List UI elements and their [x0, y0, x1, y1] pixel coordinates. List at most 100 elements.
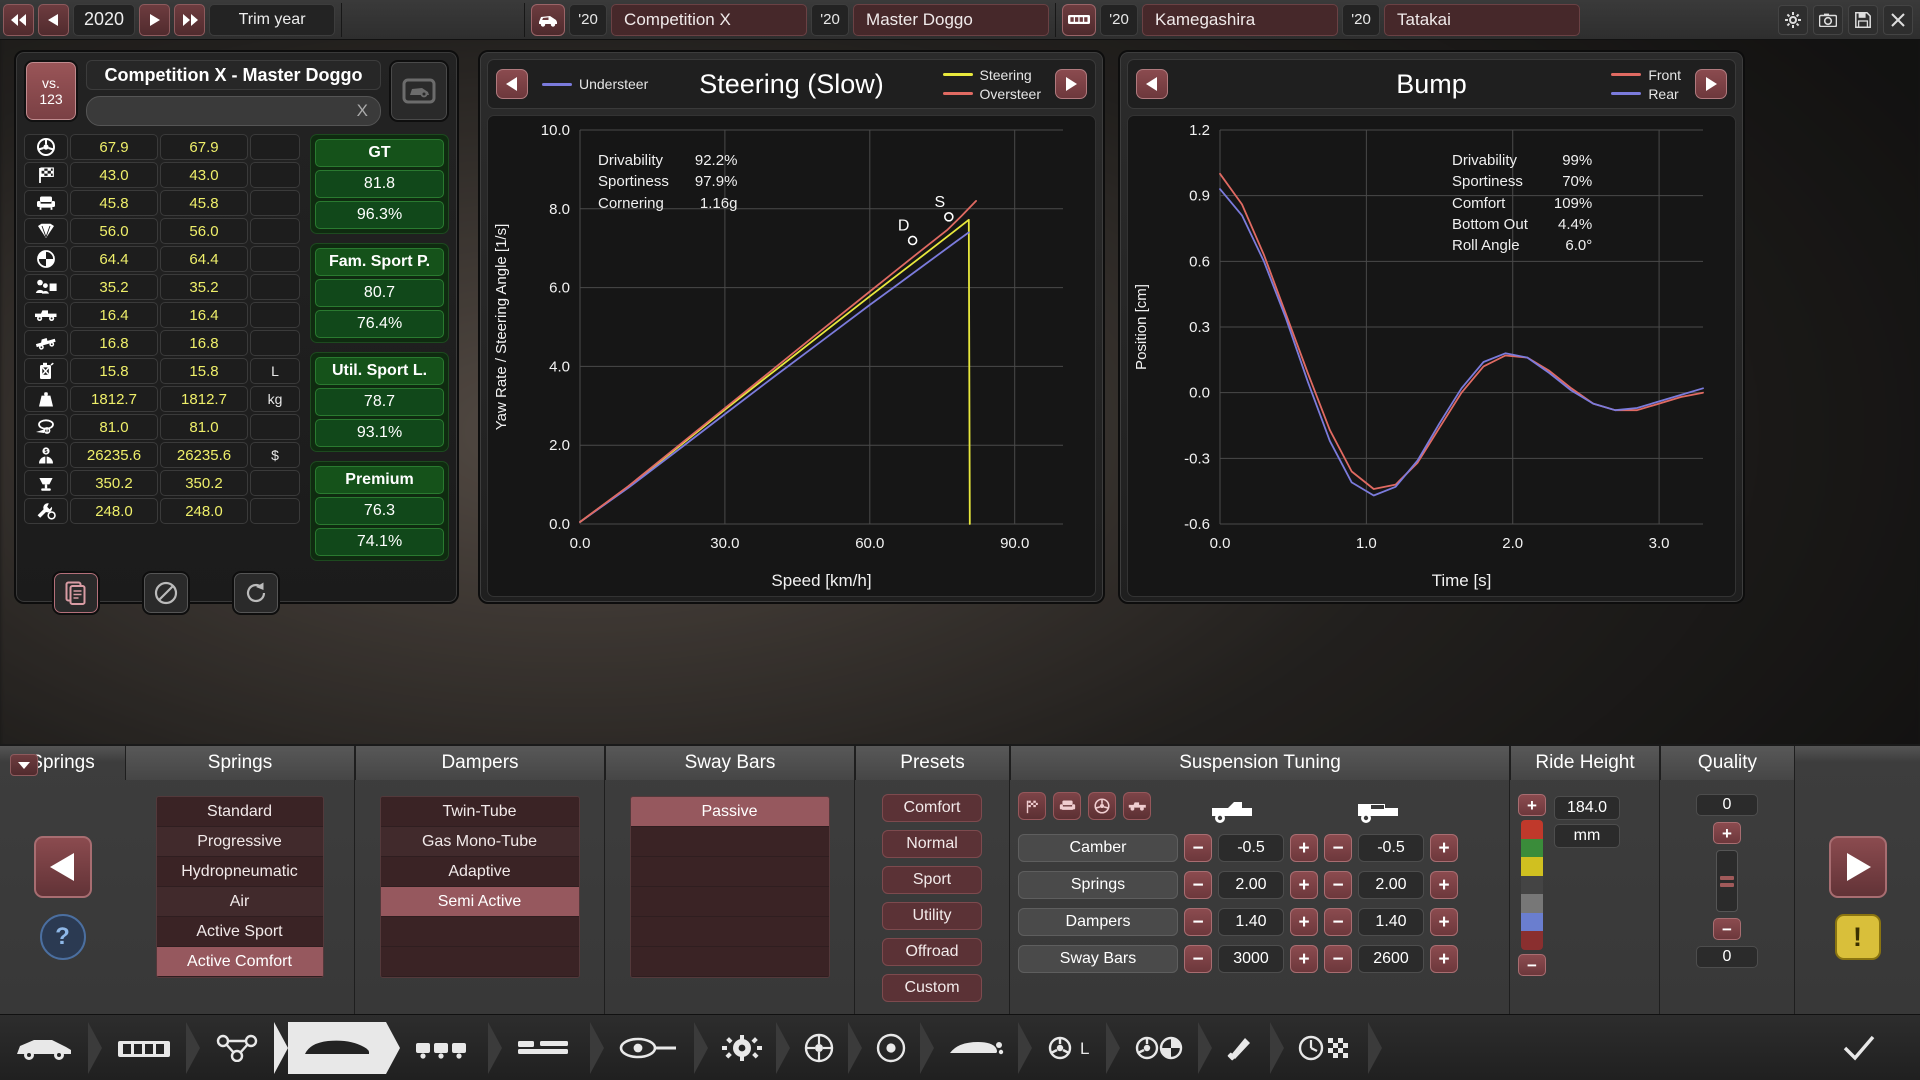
springs-option-progressive[interactable]: Progressive	[156, 827, 323, 857]
springs-option-hydropneumatic[interactable]: Hydropneumatic	[156, 857, 323, 887]
gear-icon[interactable]	[1778, 4, 1808, 35]
vs-button[interactable]: vs. 123	[24, 60, 78, 122]
entry-name-1[interactable]: Competition X	[611, 3, 808, 36]
ride-height-plus-button[interactable]: +	[1518, 794, 1546, 816]
table-row[interactable]: 1812.7 1812.7 kg	[24, 386, 302, 412]
table-row[interactable]: 35.2 35.2	[24, 274, 302, 300]
springs-option-active-comfort[interactable]: Active Comfort	[156, 947, 323, 977]
dampers-front-minus-button[interactable]: −	[1184, 908, 1212, 936]
dampers-option-twin-tube[interactable]: Twin-Tube	[380, 797, 579, 827]
trim-year-button[interactable]: Trim year	[209, 3, 336, 36]
nav-item-car-body[interactable]	[0, 1022, 88, 1074]
dampers-option-adaptive[interactable]: Adaptive	[380, 857, 579, 887]
big-prev-arrow-icon[interactable]	[33, 836, 92, 898]
nav-item-drivetrain[interactable]	[604, 1022, 694, 1074]
preset-normal[interactable]: Normal	[882, 830, 982, 858]
car-photo-icon[interactable]	[389, 60, 449, 122]
springs-option-standard[interactable]: Standard	[156, 797, 323, 827]
preset-sport[interactable]: Sport	[882, 866, 982, 894]
table-row[interactable]: 16.4 16.4	[24, 302, 302, 328]
prev-arrow-icon[interactable]	[496, 69, 528, 99]
nav-item-confirm[interactable]	[1828, 1022, 1920, 1074]
score-group-util-sport[interactable]: Util. Sport L. 78.7 93.1%	[310, 352, 449, 452]
quality-slider[interactable]	[1716, 850, 1738, 912]
close-icon[interactable]	[1883, 4, 1913, 35]
nav-item-suspension[interactable]	[400, 1022, 488, 1074]
block-icon[interactable]	[142, 571, 190, 615]
table-row[interactable]: 350.2 350.2	[24, 470, 302, 496]
camber-front-plus-button[interactable]: +	[1290, 834, 1318, 862]
quality-minus-button[interactable]: −	[1713, 918, 1741, 940]
entry-name-2[interactable]: Master Doggo	[853, 3, 1050, 36]
steering-wheel-icon[interactable]	[1088, 792, 1116, 820]
springs-rear-plus-button[interactable]: +	[1430, 871, 1458, 899]
preset-custom[interactable]: Custom	[882, 974, 982, 1002]
pickup-icon[interactable]	[1123, 792, 1151, 820]
nav-item-results[interactable]	[1284, 1022, 1368, 1074]
sway-bars-option-passive[interactable]: Passive	[630, 797, 829, 827]
quality-plus-button[interactable]: +	[1713, 822, 1741, 844]
table-row[interactable]: 43.0 43.0	[24, 162, 302, 188]
warning-button[interactable]: !	[1834, 914, 1881, 960]
nav-item-tuning[interactable]	[1212, 1022, 1270, 1074]
car-icon[interactable]	[531, 3, 566, 36]
dampers-rear-minus-button[interactable]: −	[1324, 908, 1352, 936]
checkered-flag-icon[interactable]	[1018, 792, 1046, 820]
ride-height-minus-button[interactable]: −	[1518, 954, 1546, 976]
sway-rear-minus-button[interactable]: −	[1324, 945, 1352, 973]
table-row[interactable]: 45.8 45.8	[24, 190, 302, 216]
first-year-button[interactable]	[3, 3, 34, 36]
help-button[interactable]: ?	[39, 914, 86, 960]
nav-item-gearbox[interactable]	[708, 1022, 776, 1074]
table-row[interactable]: 56.0 56.0	[24, 218, 302, 244]
sway-rear-plus-button[interactable]: +	[1430, 945, 1458, 973]
score-group-premium[interactable]: Premium 76.3 74.1%	[310, 461, 449, 561]
search-input[interactable]: X	[86, 96, 381, 126]
next-year-button[interactable]	[139, 3, 171, 36]
big-next-arrow-icon[interactable]	[1828, 836, 1887, 898]
table-row[interactable]: 248.0 248.0	[24, 498, 302, 524]
table-row[interactable]: 67.9 67.9	[24, 134, 302, 160]
clear-search-icon[interactable]: X	[357, 101, 368, 121]
springs-option-active-sport[interactable]: Active Sport	[156, 917, 323, 947]
next-arrow-icon[interactable]	[1055, 69, 1087, 99]
preset-offroad[interactable]: Offroad	[882, 938, 982, 966]
nav-item-aero[interactable]	[934, 1022, 1018, 1074]
save-icon[interactable]	[1848, 4, 1878, 35]
last-year-button[interactable]	[174, 3, 206, 36]
sway-front-plus-button[interactable]: +	[1290, 945, 1318, 973]
preset-utility[interactable]: Utility	[882, 902, 982, 930]
table-row[interactable]: 16.8 16.8	[24, 330, 302, 356]
table-row[interactable]: $ 26235.6 26235.6 $	[24, 442, 302, 468]
preset-comfort[interactable]: Comfort	[882, 794, 982, 822]
dampers-rear-plus-button[interactable]: +	[1430, 908, 1458, 936]
nav-item-engine-block[interactable]	[102, 1022, 186, 1074]
springs-front-plus-button[interactable]: +	[1290, 871, 1318, 899]
reset-icon[interactable]	[232, 571, 280, 615]
engine-icon[interactable]	[1062, 3, 1097, 36]
entry-name-4[interactable]: Tatakai	[1384, 3, 1581, 36]
armchair-icon[interactable]	[1053, 792, 1081, 820]
table-row[interactable]: 81.0 81.0	[24, 414, 302, 440]
nav-item-interior[interactable]	[502, 1022, 590, 1074]
dampers-option-semi-active[interactable]: Semi Active	[380, 887, 579, 917]
table-row[interactable]: 15.8 15.8 L	[24, 358, 302, 384]
springs-rear-minus-button[interactable]: −	[1324, 871, 1352, 899]
nav-item-body-shape[interactable]	[288, 1021, 386, 1074]
springs-option-air[interactable]: Air	[156, 887, 323, 917]
dampers-front-plus-button[interactable]: +	[1290, 908, 1318, 936]
nav-item-wheel[interactable]	[790, 1022, 848, 1074]
copy-icon[interactable]	[52, 571, 100, 615]
camera-icon[interactable]	[1813, 4, 1843, 35]
table-row[interactable]: 64.4 64.4	[24, 246, 302, 272]
score-group-family-sport[interactable]: Fam. Sport P. 80.7 76.4%	[310, 243, 449, 343]
prev-year-button[interactable]	[38, 3, 69, 36]
nav-item-balance[interactable]	[1120, 1022, 1198, 1074]
camber-front-minus-button[interactable]: −	[1184, 834, 1212, 862]
springs-front-minus-button[interactable]: −	[1184, 871, 1212, 899]
dampers-option-gas-mono-tube[interactable]: Gas Mono-Tube	[380, 827, 579, 857]
camber-rear-minus-button[interactable]: −	[1324, 834, 1352, 862]
next-arrow-icon[interactable]	[1695, 69, 1727, 99]
ride-height-slider[interactable]	[1521, 820, 1543, 950]
score-group-gt[interactable]: GT 81.8 96.3%	[310, 134, 449, 234]
